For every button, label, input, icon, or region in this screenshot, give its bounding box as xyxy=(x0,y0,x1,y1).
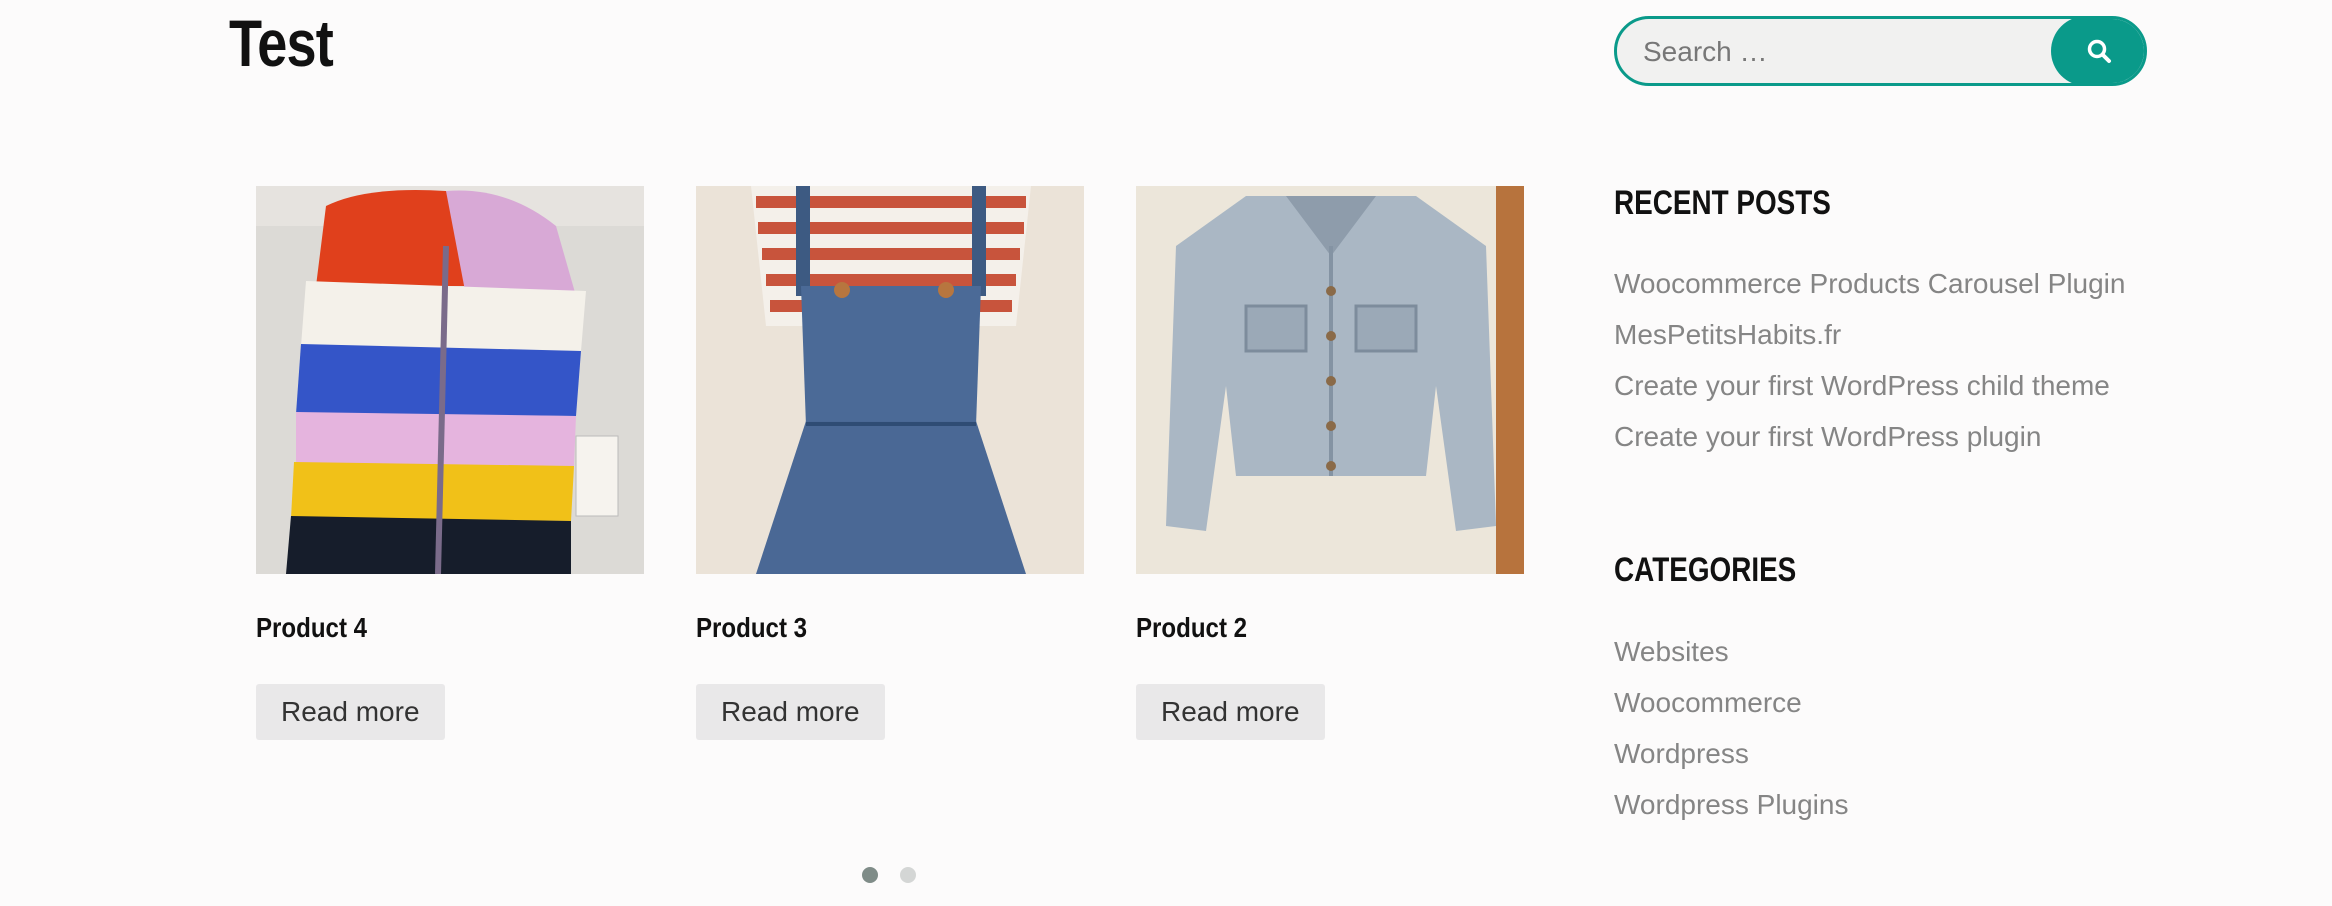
search-button[interactable] xyxy=(2051,19,2144,83)
carousel-dot-1[interactable] xyxy=(862,867,878,883)
product-card: Product 4 Read more xyxy=(256,186,644,740)
page-title: Test xyxy=(229,6,334,80)
categories-title: CATEGORIES xyxy=(1614,551,1797,589)
product-image-denim-jacket xyxy=(1136,186,1524,574)
list-item: Woocommerce xyxy=(1614,683,1848,734)
list-item: Create your first WordPress plugin xyxy=(1614,417,2125,468)
list-item: Websites xyxy=(1614,632,1848,683)
product-carousel: Product 4 Read more Product 3 Read more … xyxy=(256,186,1524,746)
read-more-button[interactable]: Read more xyxy=(696,684,885,740)
product-title[interactable]: Product 2 xyxy=(1136,612,1247,644)
read-more-button[interactable]: Read more xyxy=(1136,684,1325,740)
list-item: Wordpress xyxy=(1614,734,1848,785)
list-item: MesPetitsHabits.fr xyxy=(1614,315,2125,366)
product-image-rainbow-vest xyxy=(256,186,644,574)
product-card: Product 3 Read more xyxy=(696,186,1084,740)
category-link[interactable]: Wordpress xyxy=(1614,738,1749,769)
category-link[interactable]: Websites xyxy=(1614,636,1729,667)
product-image-link[interactable] xyxy=(696,186,1084,574)
search-form xyxy=(1614,16,2147,86)
category-link[interactable]: Wordpress Plugins xyxy=(1614,789,1848,820)
search-input[interactable] xyxy=(1641,19,2045,83)
recent-post-link[interactable]: Create your first WordPress plugin xyxy=(1614,421,2041,452)
recent-post-link[interactable]: MesPetitsHabits.fr xyxy=(1614,319,1841,350)
recent-post-link[interactable]: Create your first WordPress child theme xyxy=(1614,370,2110,401)
product-title[interactable]: Product 3 xyxy=(696,612,807,644)
list-item: Woocommerce Products Carousel Plugin xyxy=(1614,264,2125,315)
recent-posts-title: RECENT POSTS xyxy=(1614,184,1831,222)
search-icon xyxy=(2087,39,2111,63)
list-item: Wordpress Plugins xyxy=(1614,785,1848,836)
recent-posts-list: Woocommerce Products Carousel Plugin Mes… xyxy=(1614,264,2125,468)
product-card: Product 2 Read more xyxy=(1136,186,1524,740)
product-image-link[interactable] xyxy=(1136,186,1524,574)
recent-post-link[interactable]: Woocommerce Products Carousel Plugin xyxy=(1614,268,2125,299)
read-more-button[interactable]: Read more xyxy=(256,684,445,740)
carousel-dot-2[interactable] xyxy=(900,867,916,883)
sidebar: RECENT POSTS Woocommerce Products Carous… xyxy=(1614,0,2214,906)
category-link[interactable]: Woocommerce xyxy=(1614,687,1802,718)
list-item: Create your first WordPress child theme xyxy=(1614,366,2125,417)
product-image-denim-overall xyxy=(696,186,1084,574)
product-image-link[interactable] xyxy=(256,186,644,574)
categories-list: Websites Woocommerce Wordpress Wordpress… xyxy=(1614,632,1848,836)
product-title[interactable]: Product 4 xyxy=(256,612,367,644)
